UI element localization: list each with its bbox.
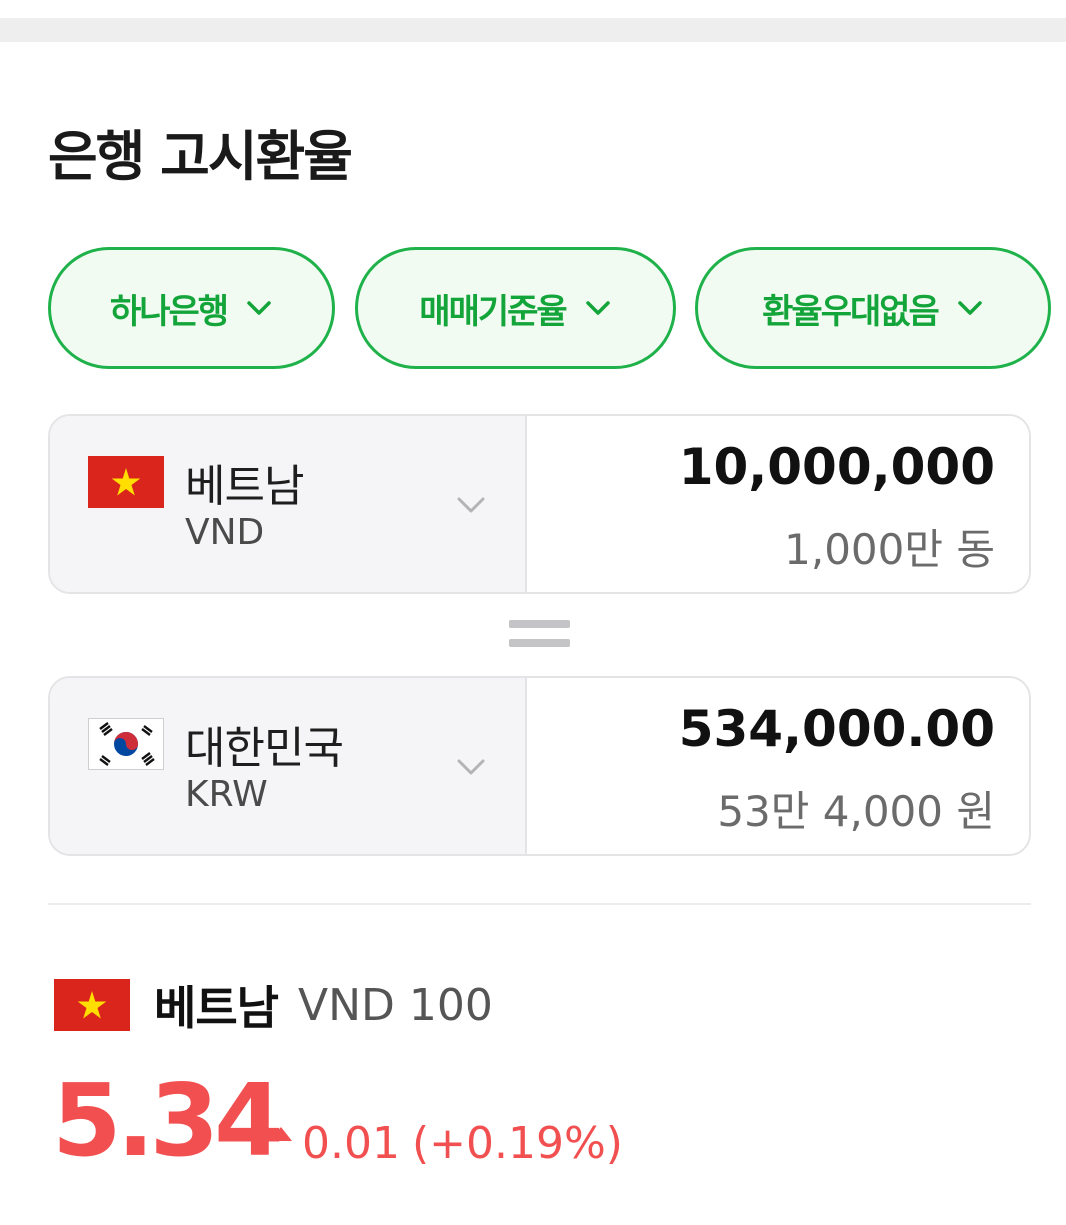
rate-unit: VND 100 [297, 979, 493, 1031]
rate-type-dropdown[interactable]: 매매기준율 [355, 247, 676, 369]
to-currency-code: KRW [185, 774, 268, 815]
to-amount-input[interactable]: 534,000.00 53만 4,000 원 [527, 678, 1029, 854]
from-currency-code: VND [185, 512, 265, 553]
from-amount-text: 1,000만 동 [784, 525, 995, 574]
to-country-name: 대한민국 [185, 723, 344, 774]
from-currency-select[interactable]: 베트남 VND [50, 416, 527, 592]
south-korea-flag-icon [88, 718, 164, 770]
section-divider [48, 903, 1031, 905]
from-amount: 10,000,000 [678, 438, 995, 496]
to-currency-select[interactable]: 대한민국 KRW [50, 678, 527, 854]
from-currency-row: 베트남 VND 10,000,000 1,000만 동 [48, 414, 1031, 594]
bank-dropdown[interactable]: 하나은행 [48, 247, 335, 369]
equals-icon [509, 620, 570, 648]
vietnam-flag-icon [54, 979, 130, 1031]
to-amount: 534,000.00 [678, 700, 995, 758]
rate-change-percent: (+0.19%) [411, 1118, 623, 1169]
from-country-name: 베트남 [185, 461, 304, 512]
bank-dropdown-label: 하나은행 [109, 291, 229, 332]
to-currency-row: 대한민국 KRW 534,000.00 53만 4,000 원 [48, 676, 1031, 856]
chevron-down-icon [958, 301, 982, 315]
rate-header: 베트남 VND 100 [54, 972, 493, 1038]
rate-type-dropdown-label: 매매기준율 [419, 291, 567, 332]
page-title: 은행 고시환율 [48, 125, 353, 188]
rate-country-name: 베트남 [154, 981, 279, 1035]
top-band [0, 18, 1066, 42]
rate-change-value: 0.01 [302, 1118, 400, 1169]
chevron-down-icon [247, 301, 271, 315]
vietnam-flag-icon [88, 456, 164, 508]
preference-dropdown-label: 환율우대없음 [762, 291, 940, 332]
chevron-down-icon [585, 301, 610, 315]
rate-change: 0.01 (+0.19%) [270, 1118, 623, 1169]
up-triangle-icon [270, 1126, 292, 1141]
from-amount-input[interactable]: 10,000,000 1,000만 동 [527, 416, 1029, 592]
rate-value: 5.34 [52, 1062, 284, 1179]
preference-dropdown[interactable]: 환율우대없음 [695, 247, 1051, 369]
to-amount-text: 53만 4,000 원 [717, 787, 995, 836]
chevron-down-icon [457, 759, 485, 775]
chevron-down-icon [457, 497, 485, 513]
